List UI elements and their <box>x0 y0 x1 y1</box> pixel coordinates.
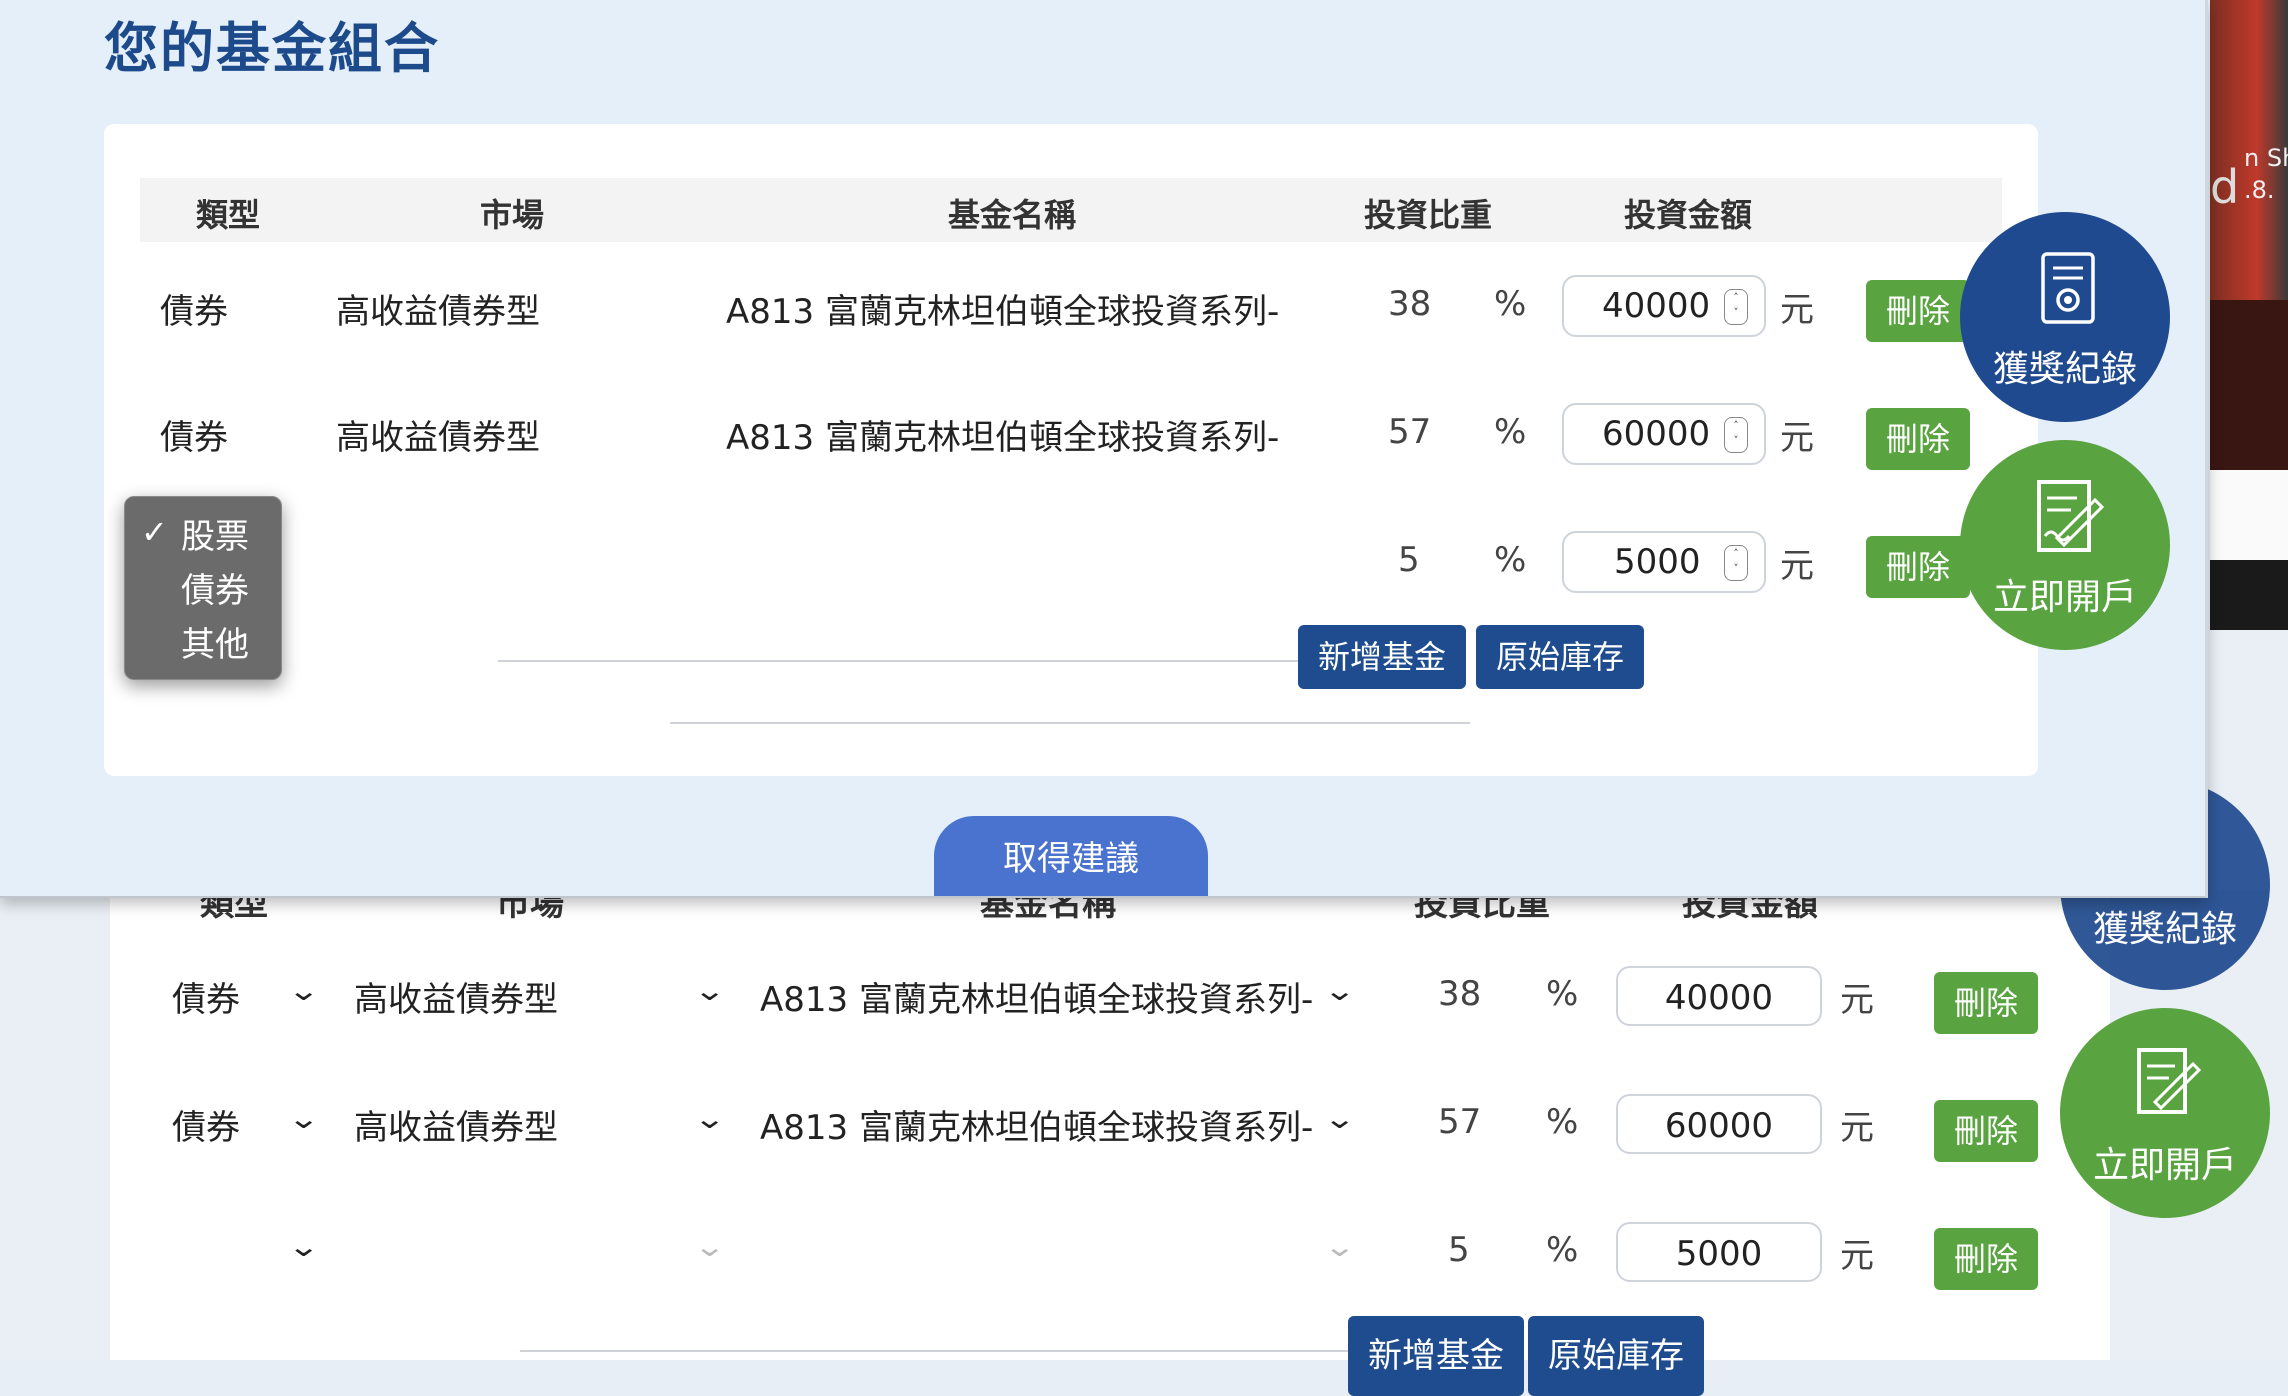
row2-fund-select[interactable]: A813 富蘭克林坦伯頓全球投資系列- <box>726 410 1286 459</box>
side-app-text: .8. <box>2244 176 2275 204</box>
dropdown-option-other[interactable]: 其他 <box>181 617 249 666</box>
row3-weight: 5 <box>1398 540 1420 580</box>
add-fund-button[interactable]: 新增基金 <box>1298 625 1466 689</box>
bg-row3-delete-button[interactable]: 刪除 <box>1934 1228 2038 1290</box>
header-market: 市場 <box>480 196 545 234</box>
row1-percent: % <box>1494 284 1527 324</box>
divider <box>498 660 1298 662</box>
row2-market-select[interactable]: 高收益債券型 <box>336 410 540 459</box>
bg-row3-pct: % <box>1546 1230 1579 1270</box>
bg-original-stock-button[interactable]: 原始庫存 <box>1528 1316 1704 1396</box>
row1-amount-input[interactable]: 40000 ˄ ˅ <box>1562 275 1766 337</box>
side-app-text: d <box>2210 160 2240 214</box>
get-advice-button[interactable]: 取得建議 <box>934 816 1208 896</box>
bg-row2-amount[interactable]: 60000 <box>1616 1094 1822 1154</box>
chevron-down-icon[interactable]: ⌄ <box>287 974 320 1007</box>
spinner-icon[interactable]: ˄ ˅ <box>1724 289 1748 325</box>
bg-row2-unit: 元 <box>1840 1108 1874 1148</box>
open-account-button[interactable]: 立即開戶 <box>1960 440 2170 650</box>
divider <box>670 722 1470 724</box>
bg-row2-type[interactable]: 債券 <box>172 1100 240 1149</box>
bg-open-account-button[interactable]: 立即開戶 <box>2060 1008 2270 1218</box>
bg-row2-market[interactable]: 高收益債券型 <box>354 1100 558 1149</box>
chevron-down-icon[interactable]: ⌄ <box>1323 1102 1356 1135</box>
side-app-text: n Sh <box>2244 144 2288 172</box>
original-stock-button[interactable]: 原始庫存 <box>1476 625 1644 689</box>
dropdown-option-stock[interactable]: 股票 <box>181 509 249 558</box>
header-amount: 投資金額 <box>1624 196 1753 234</box>
chevron-down-icon[interactable]: ⌄ <box>1323 1230 1356 1263</box>
bg-row3-unit: 元 <box>1840 1236 1874 1276</box>
bg-row2-delete-button[interactable]: 刪除 <box>1934 1100 2038 1162</box>
spinner-icon[interactable]: ˄ ˅ <box>1724 417 1748 453</box>
bg-row1-delete-button[interactable]: 刪除 <box>1934 972 2038 1034</box>
bg-add-fund-button[interactable]: 新增基金 <box>1348 1316 1524 1396</box>
row2-amount-value: 60000 <box>1602 414 1711 454</box>
bg-row1-market[interactable]: 高收益債券型 <box>354 972 558 1021</box>
bg-open-account-label: 立即開戶 <box>2092 1145 2237 1186</box>
bg-row1-weight: 38 <box>1438 974 1482 1014</box>
bg-awards-label: 獲獎紀錄 <box>2092 909 2237 950</box>
row2-percent: % <box>1494 412 1527 452</box>
chevron-down-icon[interactable]: ⌄ <box>693 1230 726 1263</box>
chevron-down-icon[interactable]: ⌄ <box>693 1102 726 1135</box>
chevron-down-icon[interactable]: ⌄ <box>693 974 726 1007</box>
side-app-panel <box>2210 470 2288 560</box>
bg-row1-type[interactable]: 債券 <box>172 972 240 1021</box>
document-sign-icon <box>2137 1048 2201 1114</box>
row2-unit: 元 <box>1780 418 1814 458</box>
certificate-icon <box>2041 252 2095 324</box>
page-title: 您的基金組合 <box>104 17 440 80</box>
row3-amount-value: 5000 <box>1614 542 1701 582</box>
row1-amount-value: 40000 <box>1602 286 1711 326</box>
row1-fund-select[interactable]: A813 富蘭克林坦伯頓全球投資系列- <box>726 284 1286 333</box>
side-app-panel <box>2210 560 2288 630</box>
row3-delete-button[interactable]: 刪除 <box>1866 536 1970 598</box>
bg-row1-fund[interactable]: A813 富蘭克林坦伯頓全球投資系列- <box>760 972 1313 1021</box>
row1-weight: 38 <box>1388 284 1432 324</box>
row2-type-select[interactable]: 債券 <box>160 410 228 459</box>
bg-row1-unit: 元 <box>1840 980 1874 1020</box>
row1-unit: 元 <box>1780 290 1814 330</box>
row2-weight: 57 <box>1388 412 1432 452</box>
bg-row2-weight: 57 <box>1438 1102 1482 1142</box>
divider <box>520 1350 1350 1352</box>
awards-button[interactable]: 獲獎紀錄 <box>1960 212 2170 422</box>
chevron-down-icon[interactable]: ⌄ <box>287 1230 320 1263</box>
row1-type-select[interactable]: 債券 <box>160 284 228 333</box>
type-dropdown-menu[interactable]: ✓ 股票 債券 其他 <box>124 496 282 680</box>
checkmark-icon: ✓ <box>141 513 168 551</box>
chevron-down-icon[interactable]: ⌄ <box>1323 974 1356 1007</box>
spinner-icon[interactable]: ˄ ˅ <box>1724 545 1748 581</box>
dropdown-option-bond[interactable]: 債券 <box>181 563 249 612</box>
row3-unit: 元 <box>1780 546 1814 586</box>
side-app-panel <box>2210 300 2288 470</box>
bg-row1-amount[interactable]: 40000 <box>1616 966 1822 1026</box>
row2-delete-button[interactable]: 刪除 <box>1866 408 1970 470</box>
document-sign-icon <box>2037 480 2105 552</box>
chevron-down-icon[interactable]: ⌄ <box>287 1102 320 1135</box>
bg-row3-weight: 5 <box>1448 1230 1470 1270</box>
header-type: 類型 <box>196 196 261 234</box>
bg-row1-pct: % <box>1546 974 1579 1014</box>
awards-label: 獲獎紀錄 <box>1992 349 2137 390</box>
bg-row2-fund[interactable]: A813 富蘭克林坦伯頓全球投資系列- <box>760 1100 1313 1149</box>
row2-amount-input[interactable]: 60000 ˄ ˅ <box>1562 403 1766 465</box>
header-fund-name: 基金名稱 <box>948 196 1077 234</box>
row3-amount-input[interactable]: 5000 ˄ ˅ <box>1562 531 1766 593</box>
bg-row2-pct: % <box>1546 1102 1579 1142</box>
row1-market-select[interactable]: 高收益債券型 <box>336 284 540 333</box>
row1-delete-button[interactable]: 刪除 <box>1866 280 1970 342</box>
open-account-label: 立即開戶 <box>1992 577 2137 618</box>
header-weight: 投資比重 <box>1364 196 1493 234</box>
bg-row3-amount[interactable]: 5000 <box>1616 1222 1822 1282</box>
row3-percent: % <box>1494 540 1527 580</box>
